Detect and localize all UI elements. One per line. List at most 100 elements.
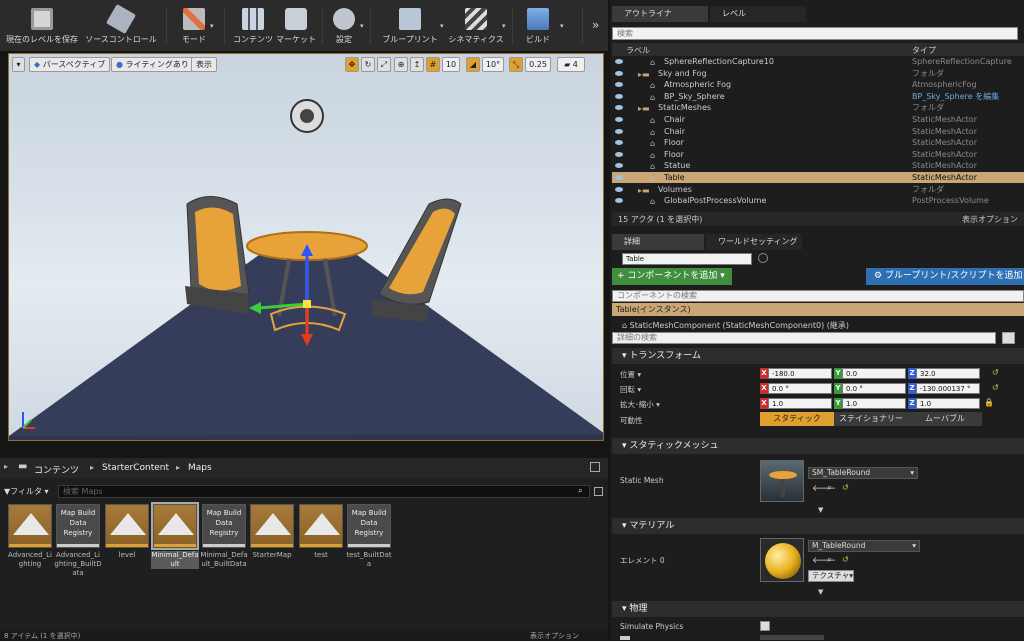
outliner-row[interactable]: ⌂ Statue StaticMeshActor — [612, 160, 1024, 171]
scale-snap-value[interactable]: 0.25 — [525, 57, 551, 72]
component-search-input[interactable]: コンポーネントの検索 — [612, 290, 1024, 302]
visibility-eye-icon[interactable] — [615, 151, 623, 157]
rotation-snap-icon[interactable]: ◢ — [466, 57, 480, 72]
asset-thumbnail-minimal_default_builtdata[interactable]: Map Build Data Registry — [202, 504, 246, 548]
outliner-row[interactable]: ⌂ Chair StaticMeshActor — [612, 126, 1024, 137]
viewport-options-button[interactable]: ▾ — [12, 57, 25, 72]
content-button[interactable]: コンテンツ — [230, 4, 276, 48]
outliner-row[interactable]: ⌂ BP_Sky_Sphere BP_Sky_Sphere を編集 — [612, 91, 1024, 102]
column-label[interactable]: ラベル — [626, 45, 650, 56]
visibility-eye-icon[interactable] — [615, 198, 623, 204]
reset-rotation-icon[interactable]: ↺ — [992, 383, 999, 392]
asset-thumbnail-startermap[interactable] — [250, 504, 294, 548]
outliner-row-type[interactable]: BP_Sky_Sphere を編集 — [912, 91, 999, 102]
static-mesh-picker[interactable]: SM_TableRound ▾ — [808, 467, 918, 479]
outliner-row[interactable]: ⌂ Floor StaticMeshActor — [612, 137, 1024, 148]
outliner-row[interactable]: ⌂ Floor StaticMeshActor — [612, 149, 1024, 160]
content-settings-icon[interactable] — [590, 462, 600, 472]
scale-z-field[interactable]: 1.0 — [916, 398, 980, 409]
rotate-mode-icon[interactable]: ↻ — [361, 57, 375, 72]
settings-dropdown-icon[interactable]: ▾ — [360, 22, 364, 30]
scale-mode-icon[interactable]: ⤢ — [377, 57, 391, 72]
materials-section-header[interactable]: ▾ マテリアル — [612, 518, 1024, 534]
tab-world-settings[interactable]: ワールドセッティング — [706, 234, 802, 250]
location-y-field[interactable]: 0.0 — [842, 368, 906, 379]
translate-mode-icon[interactable]: ✥ — [345, 57, 359, 72]
visibility-eye-icon[interactable] — [615, 105, 623, 111]
scale-y-field[interactable]: 1.0 — [842, 398, 906, 409]
filter-button[interactable]: ▼フィルタ ▾ — [4, 485, 56, 498]
visibility-eye-icon[interactable] — [615, 175, 623, 180]
cinematics-dropdown-icon[interactable]: ▾ — [502, 22, 506, 30]
outliner-row[interactable]: ⌂ SphereReflectionCapture10 SphereReflecti… — [612, 56, 1024, 67]
rotation-y-field[interactable]: 0.0 ° — [842, 383, 906, 394]
actor-info-icon[interactable] — [758, 253, 768, 263]
browse-search-icon[interactable]: ⌕ — [827, 483, 832, 493]
scale-label[interactable]: 拡大･縮小 ▾ — [620, 399, 660, 410]
visibility-eye-icon[interactable] — [615, 70, 623, 76]
add-blueprint-button[interactable]: ⚙ ブループリント/スクリプトを追加 — [866, 268, 1024, 285]
rotation-x-field[interactable]: 0.0 ° — [768, 383, 832, 394]
tab-outliner[interactable]: アウトライナ — [612, 6, 708, 22]
instance-row[interactable]: Table(インスタンス) — [612, 303, 1024, 316]
add-component-button[interactable]: + コンポーネントを追加 ▾ — [612, 268, 732, 285]
visibility-eye-icon[interactable] — [615, 59, 623, 64]
outliner-row[interactable]: ⌂ Atmospheric Fog AtmosphericFog — [612, 79, 1024, 90]
reset-material-icon[interactable]: ↺ — [842, 555, 849, 564]
lock-scale-icon[interactable]: 🔒 — [984, 398, 994, 407]
reset-location-icon[interactable]: ↺ — [992, 368, 999, 377]
tab-levels[interactable]: レベル — [710, 6, 806, 22]
asset-thumbnail-advanced_lighting_builtdata[interactable]: Map Build Data Registry — [56, 504, 100, 548]
outliner-row[interactable]: ⌂ Table StaticMeshActor — [612, 172, 1024, 183]
textures-dropdown[interactable]: テクスチャ▾ — [808, 570, 854, 582]
mobility-stationary-button[interactable]: ステイショナリー — [834, 412, 908, 426]
content-root[interactable]: コンテンツ — [34, 463, 79, 476]
settings-button[interactable]: 設定 — [326, 4, 362, 48]
rotation-label[interactable]: 回転 ▾ — [620, 384, 641, 395]
perspective-button[interactable]: ◆ パースペクティブ — [29, 57, 111, 72]
surface-snap-icon[interactable]: ↥ — [410, 57, 424, 72]
outliner-view-options[interactable]: 表示オプション — [962, 214, 1018, 225]
static-mesh-section-header[interactable]: ▾ スタティックメッシュ — [612, 438, 1024, 454]
rotation-snap-value[interactable]: 10° — [482, 57, 504, 72]
marketplace-button[interactable]: マーケット — [276, 4, 316, 48]
detail-search-input[interactable]: 詳細の検索 — [612, 332, 996, 344]
grid-snap-icon[interactable]: # — [426, 57, 440, 72]
simulate-physics-checkbox[interactable] — [760, 621, 770, 631]
transform-section-header[interactable]: ▾ トランスフォーム — [612, 348, 1024, 364]
outliner-row[interactable]: ⌂ GlobalPostProcessVolume PostProcessVolum… — [612, 195, 1024, 206]
grid-snap-value[interactable]: 10 — [442, 57, 460, 72]
blueprints-dropdown-icon[interactable]: ▾ — [440, 22, 444, 30]
material-picker[interactable]: M_TableRound ▾ — [808, 540, 920, 552]
property-matrix-icon[interactable] — [1002, 332, 1015, 344]
breadcrumb-startercontent[interactable]: StarterContent — [102, 463, 169, 473]
source-control-button[interactable]: ソースコントロール — [85, 3, 157, 48]
location-label[interactable]: 位置 ▾ — [620, 369, 641, 380]
blueprints-button[interactable]: ブループリント — [378, 4, 442, 48]
visibility-eye-icon[interactable] — [615, 82, 623, 88]
breadcrumb-maps[interactable]: Maps — [188, 463, 212, 473]
outliner-search-input[interactable]: 検索 — [612, 27, 1018, 40]
cinematics-button[interactable]: シネマティクス — [448, 4, 504, 48]
visibility-eye-icon[interactable] — [615, 117, 623, 122]
mobility-static-button[interactable]: スタティック — [760, 412, 834, 426]
scale-snap-icon[interactable]: ⤡ — [509, 57, 523, 72]
reset-mesh-icon[interactable]: ↺ — [842, 483, 849, 492]
asset-thumbnail-test[interactable] — [299, 504, 343, 548]
physics-section-header[interactable]: ▾ 物理 — [612, 601, 1024, 617]
camera-speed-button[interactable]: ▰ 4 — [557, 57, 585, 72]
scale-x-field[interactable]: 1.0 — [768, 398, 832, 409]
outliner-row[interactable]: ▸▬ Volumes フォルダ — [612, 184, 1024, 195]
mobility-movable-button[interactable]: ムーバブル — [908, 412, 982, 426]
visibility-eye-icon[interactable] — [615, 93, 623, 99]
expand-material-icon[interactable]: ▼ — [818, 588, 823, 596]
location-z-field[interactable]: 32.0 — [916, 368, 980, 379]
use-selected-arrow-icon[interactable]: 🡐 — [812, 483, 836, 494]
component-row[interactable]: ⌂ StaticMeshComponent (StaticMeshCompone… — [622, 320, 849, 331]
world-local-icon[interactable]: ⊕ — [394, 57, 408, 72]
toolbar-overflow-icon[interactable]: » — [592, 18, 599, 32]
location-x-field[interactable]: -180.0 — [768, 368, 832, 379]
visibility-eye-icon[interactable] — [615, 163, 623, 169]
visibility-eye-icon[interactable] — [615, 186, 623, 192]
asset-thumbnail-test_builtdata[interactable]: Map Build Data Registry — [347, 504, 391, 548]
